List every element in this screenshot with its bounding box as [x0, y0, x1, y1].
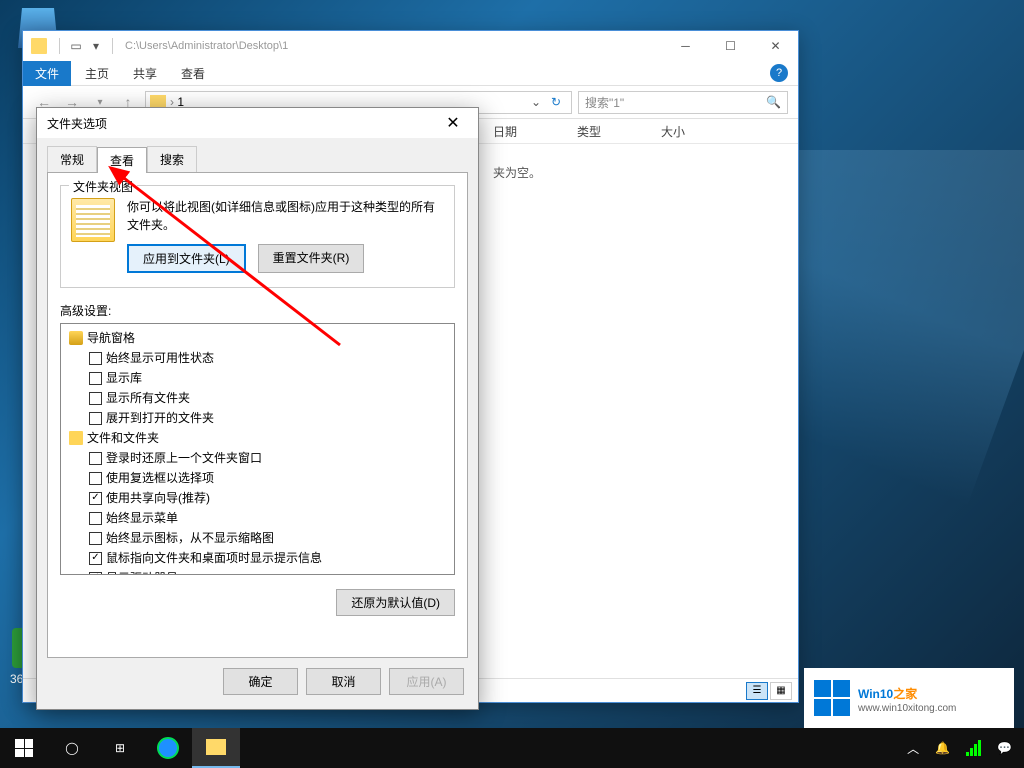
tree-item[interactable]: 始终显示图标，从不显示缩略图: [63, 528, 452, 548]
tree-item[interactable]: 鼠标指向文件夹和桌面项时显示提示信息: [63, 548, 452, 568]
folder-icon: [31, 38, 47, 54]
tree-item[interactable]: 展开到打开的文件夹: [63, 408, 452, 428]
tab-view[interactable]: 查看: [97, 147, 147, 173]
tree-item[interactable]: 使用复选框以选择项: [63, 468, 452, 488]
checkbox[interactable]: [89, 372, 102, 385]
checkbox[interactable]: [89, 352, 102, 365]
maximize-button[interactable]: ☐: [708, 31, 753, 61]
site-logo: Win10之家 www.win10xitong.com: [804, 668, 1014, 728]
reset-folders-button[interactable]: 重置文件夹(R): [258, 244, 365, 273]
dialog-titlebar[interactable]: 文件夹选项 ✕: [37, 108, 478, 138]
checkbox[interactable]: [89, 532, 102, 545]
col-type[interactable]: 类型: [577, 123, 601, 140]
edge-icon[interactable]: [144, 728, 192, 768]
checkbox[interactable]: [89, 452, 102, 465]
tab-general[interactable]: 常规: [47, 146, 97, 172]
checkbox[interactable]: [89, 392, 102, 405]
dialog-title: 文件夹选项: [47, 115, 107, 132]
ribbon-tab-view[interactable]: 查看: [169, 61, 217, 86]
qat-properties-icon[interactable]: ▭: [69, 39, 83, 53]
tree-label: 始终显示可用性状态: [106, 348, 214, 368]
tree-item[interactable]: 显示所有文件夹: [63, 388, 452, 408]
tree-item[interactable]: 登录时还原上一个文件夹窗口: [63, 448, 452, 468]
checkbox[interactable]: [89, 412, 102, 425]
fold-icon: [69, 431, 83, 445]
view-details-icon[interactable]: ☰: [746, 682, 768, 700]
folder-large-icon: [71, 198, 115, 242]
tree-item[interactable]: 始终显示可用性状态: [63, 348, 452, 368]
col-date[interactable]: 日期: [493, 123, 517, 140]
tree-label: 鼠标指向文件夹和桌面项时显示提示信息: [106, 548, 322, 568]
dialog-close-button[interactable]: ✕: [438, 108, 468, 138]
explorer-taskbar-icon[interactable]: [192, 728, 240, 768]
search-input[interactable]: 搜索"1" 🔍: [578, 91, 788, 114]
ribbon-tab-file[interactable]: 文件: [23, 61, 71, 86]
qat-new-icon[interactable]: ▾: [89, 39, 103, 53]
tray-chevron-icon[interactable]: ︿: [899, 728, 927, 768]
tree-item[interactable]: 使用共享向导(推荐): [63, 488, 452, 508]
folder-views-group: 文件夹视图 你可以将此视图(如详细信息或图标)应用于这种类型的所有文件夹。 应用…: [60, 185, 455, 288]
advanced-label: 高级设置:: [60, 302, 455, 319]
taskbar[interactable]: ◯ ⊞ ︿ 🔔 💬: [0, 728, 1024, 768]
ribbon: 文件 主页 共享 查看 ?: [23, 61, 798, 86]
addr-dropdown-icon[interactable]: ⌄: [527, 95, 545, 109]
checkbox[interactable]: [89, 492, 102, 505]
advanced-settings-tree[interactable]: 导航窗格始终显示可用性状态显示库显示所有文件夹展开到打开的文件夹文件和文件夹登录…: [60, 323, 455, 575]
tray-meter[interactable]: [958, 728, 989, 768]
tree-item[interactable]: 显示库: [63, 368, 452, 388]
explorer-titlebar[interactable]: ▭ ▾ C:\Users\Administrator\Desktop\1 ─ ☐…: [23, 31, 798, 61]
tree-label: 显示库: [106, 368, 142, 388]
search-icon[interactable]: 🔍: [766, 95, 781, 109]
ribbon-tab-share[interactable]: 共享: [121, 61, 169, 86]
tree-item[interactable]: 显示驱动器号: [63, 568, 452, 575]
col-size[interactable]: 大小: [661, 123, 685, 140]
checkbox[interactable]: [89, 572, 102, 576]
checkbox[interactable]: [89, 552, 102, 565]
taskview-icon[interactable]: ⊞: [96, 728, 144, 768]
apply-button[interactable]: 应用(A): [389, 668, 464, 695]
tree-label: 始终显示图标，从不显示缩略图: [106, 528, 274, 548]
tree-label: 使用复选框以选择项: [106, 468, 214, 488]
tree-label: 展开到打开的文件夹: [106, 408, 214, 428]
help-icon[interactable]: ?: [770, 64, 788, 82]
action-center-icon[interactable]: 💬: [989, 728, 1020, 768]
tree-label: 使用共享向导(推荐): [106, 488, 210, 508]
ok-button[interactable]: 确定: [223, 668, 298, 695]
tab-search[interactable]: 搜索: [147, 146, 197, 172]
tree-label: 显示所有文件夹: [106, 388, 190, 408]
start-button[interactable]: [0, 728, 48, 768]
restore-defaults-button[interactable]: 还原为默认值(D): [336, 589, 455, 616]
tree-label: 文件和文件夹: [87, 428, 159, 448]
nav-icon: [69, 331, 83, 345]
checkbox[interactable]: [89, 512, 102, 525]
tree-item[interactable]: 始终显示菜单: [63, 508, 452, 528]
dialog-tabs: 常规 查看 搜索: [37, 138, 478, 172]
view-large-icon[interactable]: ▦: [770, 682, 792, 700]
minimize-button[interactable]: ─: [663, 31, 708, 61]
tray-notification-icon[interactable]: 🔔: [927, 728, 958, 768]
tree-label: 登录时还原上一个文件夹窗口: [106, 448, 262, 468]
refresh-icon[interactable]: ↻: [545, 95, 567, 109]
cortana-icon[interactable]: ◯: [48, 728, 96, 768]
apply-to-folders-button[interactable]: 应用到文件夹(L): [127, 244, 246, 273]
folder-options-dialog: 文件夹选项 ✕ 常规 查看 搜索 文件夹视图 你可以将此视图(如详细信息或图标)…: [36, 107, 479, 710]
group-legend: 文件夹视图: [69, 178, 137, 195]
windows-logo-icon: [814, 680, 850, 716]
checkbox[interactable]: [89, 472, 102, 485]
ribbon-tab-home[interactable]: 主页: [73, 61, 121, 86]
tree-label: 导航窗格: [87, 328, 135, 348]
tree-label: 始终显示菜单: [106, 508, 178, 528]
tree-item[interactable]: 导航窗格: [63, 328, 452, 348]
tree-item[interactable]: 文件和文件夹: [63, 428, 452, 448]
close-button[interactable]: ✕: [753, 31, 798, 61]
cancel-button[interactable]: 取消: [306, 668, 381, 695]
window-title: C:\Users\Administrator\Desktop\1: [125, 40, 663, 52]
tree-label: 显示驱动器号: [106, 568, 178, 575]
group-description: 你可以将此视图(如详细信息或图标)应用于这种类型的所有文件夹。: [127, 198, 444, 234]
